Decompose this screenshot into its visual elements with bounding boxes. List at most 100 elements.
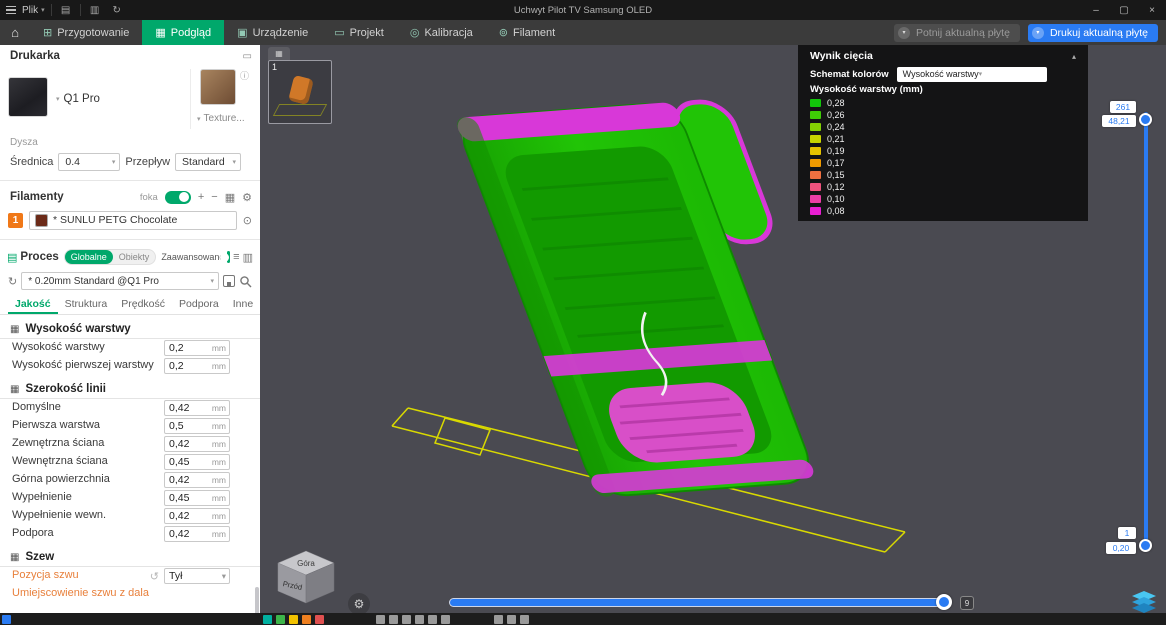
setting-row: Wewnętrzna ściana 0,45 mm xyxy=(0,453,260,471)
taskbar-app-icon[interactable] xyxy=(315,614,324,624)
plate-list-tab[interactable]: ▦ xyxy=(268,47,290,60)
revert-icon[interactable]: ↺ xyxy=(150,570,159,583)
taskbar-start-icon[interactable] xyxy=(2,614,11,624)
taskbar-app-icon[interactable] xyxy=(389,614,398,624)
minimize-button[interactable]: – xyxy=(1082,0,1110,20)
printer-select[interactable]: ▾ Q1 Pro xyxy=(56,93,100,105)
tab-urzadzenie[interactable]: ▣ Urządzenie xyxy=(224,20,321,45)
setting-input[interactable]: 0,42 mm xyxy=(164,508,230,524)
taskbar-app-icon[interactable] xyxy=(441,614,450,624)
chevron-down-icon[interactable]: ▾ xyxy=(1031,26,1044,39)
remove-filament-icon[interactable]: − xyxy=(211,191,217,203)
taskbar-app-icon[interactable] xyxy=(302,614,311,624)
setting-row: Wypełnienie wewn. 0,42 mm xyxy=(0,507,260,525)
file-menu[interactable]: Plik ▾ xyxy=(22,5,45,16)
tab-filament[interactable]: ⊚ Filament xyxy=(486,20,568,45)
setting-input[interactable]: 0,42 mm xyxy=(164,472,230,488)
taskbar-app-icon[interactable] xyxy=(520,614,529,624)
divider xyxy=(50,4,52,16)
setting-input[interactable]: 0,42 mm xyxy=(164,526,230,542)
setting-input[interactable]: 0,45 mm xyxy=(164,490,230,506)
nozzle-diameter-select[interactable]: 0.4 ▾ xyxy=(58,153,121,171)
seam-position-select[interactable]: Tył ▾ xyxy=(164,568,230,584)
info-icon[interactable]: ⓘ xyxy=(240,69,249,82)
tab-struktura[interactable]: Struktura xyxy=(58,295,115,314)
taskbar-app-icon[interactable] xyxy=(507,614,516,624)
pill-objects[interactable]: Obiekty xyxy=(113,250,156,264)
taskbar-app-icon[interactable] xyxy=(276,614,285,624)
setting-input[interactable]: 0,42 mm xyxy=(164,436,230,452)
ams-grid-icon[interactable]: ▦ xyxy=(225,191,235,204)
plate-type-select[interactable]: ▾ Texture... xyxy=(197,113,245,124)
taskbar-app-icon[interactable] xyxy=(494,614,503,624)
param-list-icon[interactable]: ≡ xyxy=(233,251,239,263)
tab-inne[interactable]: Inne xyxy=(226,295,260,314)
taskbar-app-icon[interactable] xyxy=(289,614,298,624)
setting-input[interactable]: 0,45 mm xyxy=(164,454,230,470)
setting-input[interactable]: 0,2 mm xyxy=(164,340,230,356)
setting-input[interactable]: 0,2 mm xyxy=(164,358,230,374)
taskbar-app-icon[interactable] xyxy=(428,614,437,624)
pill-global[interactable]: Globalne xyxy=(64,250,113,264)
foka-toggle[interactable] xyxy=(164,190,191,204)
sidebar-scrollbar[interactable] xyxy=(255,587,259,613)
print-plate-button[interactable]: ▾ Drukuj aktualną płytę xyxy=(1027,23,1158,42)
layer-slider-track[interactable] xyxy=(1144,112,1148,550)
filaments-header: Filamenty foka + − ▦ ⚙ xyxy=(10,190,252,204)
taskbar-app-icon[interactable] xyxy=(263,614,272,624)
preset-sync-icon[interactable]: ↻ xyxy=(8,275,17,288)
plate-thumbnail[interactable]: 1 xyxy=(268,60,332,124)
taskbar-app-icon[interactable] xyxy=(415,614,424,624)
chevron-down-icon[interactable]: ▾ xyxy=(897,26,910,39)
layers-view-icon[interactable] xyxy=(1132,591,1156,613)
collapse-icon[interactable]: ▴ xyxy=(1072,52,1076,61)
hamburger-menu-icon[interactable] xyxy=(6,5,16,15)
setting-label-modified: Pozycja szwu xyxy=(12,569,79,582)
move-slider-track[interactable] xyxy=(450,599,950,606)
viewport-3d[interactable]: ▦ 1 Wynik cięcia ▴ Schemat kolorów Wysok… xyxy=(260,45,1166,613)
filament-slot-badge[interactable]: 1 xyxy=(8,212,23,228)
tab-podpora[interactable]: Podpora xyxy=(172,295,226,314)
chevron-down-icon: ▾ xyxy=(978,71,983,78)
tab-podglad[interactable]: ▦ Podgląd xyxy=(142,20,225,45)
maximize-button[interactable]: ▢ xyxy=(1110,0,1138,20)
preset-row: ↻ * 0.20mm Standard @Q1 Pro ▾ xyxy=(0,269,260,293)
tab-przygotowanie[interactable]: ⊞ Przygotowanie xyxy=(30,20,142,45)
build-plate-image[interactable] xyxy=(200,69,236,105)
home-icon[interactable]: ⌂ xyxy=(0,20,30,45)
sync-icon[interactable]: ↻ xyxy=(109,5,125,16)
layer-slider-top-handle[interactable] xyxy=(1139,113,1152,126)
tab-jakosc[interactable]: Jakość xyxy=(8,295,58,314)
advanced-toggle[interactable] xyxy=(219,251,231,263)
tab-projekt[interactable]: ▭ Projekt xyxy=(321,20,397,45)
color-scheme-select[interactable]: Wysokość warstwy ▾ xyxy=(896,66,1047,82)
search-icon[interactable] xyxy=(239,275,252,288)
param-tools-icon[interactable]: ▥ xyxy=(243,251,253,264)
export-image-icon[interactable]: ▥ xyxy=(87,5,103,16)
slice-plate-button[interactable]: ▾ Potnij aktualną płytę xyxy=(893,23,1020,42)
add-filament-icon[interactable]: + xyxy=(198,191,204,203)
legend-item: 0,08 xyxy=(810,205,1076,217)
filament-select[interactable]: * SUNLU PETG Chocolate xyxy=(29,210,237,230)
legend-item: 0,19 xyxy=(810,145,1076,157)
filament-settings-gear-icon[interactable]: ⚙ xyxy=(242,191,252,204)
setting-input[interactable]: 0,5 mm xyxy=(164,418,230,434)
save-preset-icon[interactable] xyxy=(223,275,235,287)
process-preset-select[interactable]: * 0.20mm Standard @Q1 Pro ▾ xyxy=(21,272,219,290)
setting-input[interactable]: 0,42 mm xyxy=(164,400,230,416)
tab-predkosc[interactable]: Prędkość xyxy=(114,295,172,314)
close-button[interactable]: × xyxy=(1138,0,1166,20)
move-slider-handle[interactable] xyxy=(936,594,952,610)
tab-kalibracja[interactable]: ◎ Kalibracja xyxy=(397,20,486,45)
flow-select[interactable]: Standard ▾ xyxy=(175,153,242,171)
section-header-line-width: ▦ Szerokość linii xyxy=(0,379,260,399)
viewport-settings-button[interactable]: ⚙ xyxy=(348,593,370,613)
taskbar-app-icon[interactable] xyxy=(376,614,385,624)
printer-connection-icon[interactable]: ▭ xyxy=(243,51,252,62)
save-icon[interactable]: ▤ xyxy=(58,5,74,16)
move-slider-step-box[interactable]: 9 xyxy=(960,596,974,610)
navigation-cube[interactable]: Góra Przód xyxy=(272,547,340,607)
layer-slider-bottom-handle[interactable] xyxy=(1139,539,1152,552)
filament-edit-icon[interactable]: ⊙ xyxy=(243,214,252,227)
taskbar-app-icon[interactable] xyxy=(402,614,411,624)
